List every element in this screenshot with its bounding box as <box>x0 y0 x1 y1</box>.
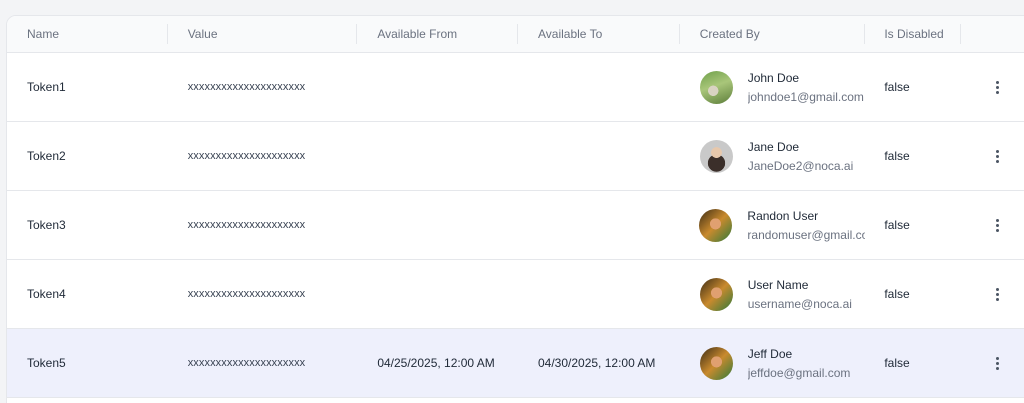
kebab-menu-icon[interactable] <box>989 215 1005 235</box>
table-row[interactable]: Token2 xxxxxxxxxxxxxxxxxxxxx Jane Doe Ja… <box>7 122 1024 191</box>
available-from: 04/25/2025, 12:00 AM <box>377 356 495 370</box>
creator-name: Randon User <box>747 208 819 223</box>
kebab-menu-icon[interactable] <box>989 77 1005 97</box>
row-actions <box>961 191 1024 259</box>
table-row[interactable]: Token3 xxxxxxxxxxxxxxxxxxxxx Randon User… <box>7 191 1024 260</box>
avatar <box>699 70 733 104</box>
is-disabled-value: false <box>884 356 910 370</box>
available-from <box>357 260 518 328</box>
column-header-name[interactable]: Name <box>7 16 168 53</box>
column-header-available-to[interactable]: Available To <box>518 16 680 53</box>
column-header-is-disabled[interactable]: Is Disabled <box>865 16 962 53</box>
column-header-value[interactable]: Value <box>168 16 358 53</box>
available-from <box>357 122 518 190</box>
available-to <box>518 122 680 190</box>
tokens-table: Name Value Available From Available To C… <box>6 15 1024 403</box>
creator-email: jeffdoe@gmail.com <box>747 365 851 380</box>
column-header-created-by[interactable]: Created By <box>680 16 866 53</box>
row-actions <box>961 122 1024 190</box>
avatar <box>699 277 733 311</box>
token-value: xxxxxxxxxxxxxxxxxxxxx <box>187 357 306 369</box>
avatar <box>699 208 733 242</box>
creator-name: Jane Doe <box>747 139 800 154</box>
column-header-actions <box>961 16 1024 53</box>
token-name: Token5 <box>27 356 66 370</box>
available-to <box>518 191 680 259</box>
creator-email: username@noca.ai <box>747 296 852 311</box>
created-by: User Name username@noca.ai <box>680 260 866 328</box>
token-name: Token2 <box>27 149 66 163</box>
created-by: Randon User randomuser@gmail.co <box>679 191 865 259</box>
is-disabled-value: false <box>884 287 910 301</box>
available-from <box>357 53 518 121</box>
token-value: xxxxxxxxxxxxxxxxxxxxx <box>187 288 306 300</box>
row-actions <box>961 260 1024 328</box>
available-to <box>518 53 680 121</box>
creator-email: johndoe1@gmail.com <box>747 89 864 104</box>
creator-name: User Name <box>747 277 809 292</box>
row-actions <box>961 329 1024 397</box>
kebab-menu-icon[interactable] <box>989 353 1005 373</box>
is-disabled-value: false <box>884 218 910 232</box>
token-value: xxxxxxxxxxxxxxxxxxxxx <box>187 81 306 93</box>
table-row[interactable]: Token4 xxxxxxxxxxxxxxxxxxxxx User Name u… <box>7 260 1024 329</box>
avatar <box>699 139 733 173</box>
table-row[interactable]: Token5 xxxxxxxxxxxxxxxxxxxxx 04/25/2025,… <box>7 329 1024 398</box>
is-disabled-value: false <box>884 80 910 94</box>
token-name: Token3 <box>27 218 66 232</box>
creator-email: JaneDoe2@noca.ai <box>747 158 854 173</box>
token-name: Token1 <box>27 80 66 94</box>
available-to: 04/30/2025, 12:00 AM <box>538 356 656 370</box>
token-value: xxxxxxxxxxxxxxxxxxxxx <box>187 150 306 162</box>
is-disabled-value: false <box>884 149 910 163</box>
column-header-available-from[interactable]: Available From <box>357 16 518 53</box>
row-actions <box>961 53 1024 121</box>
created-by: John Doe johndoe1@gmail.com <box>680 53 866 121</box>
table-header: Name Value Available From Available To C… <box>7 16 1024 53</box>
avatar <box>699 346 733 380</box>
kebab-menu-icon[interactable] <box>989 284 1005 304</box>
table-row[interactable]: Token1 xxxxxxxxxxxxxxxxxxxxx John Doe jo… <box>7 53 1024 122</box>
available-from <box>357 191 518 259</box>
creator-name: John Doe <box>747 70 800 85</box>
creator-email: randomuser@gmail.co <box>747 227 866 242</box>
kebab-menu-icon[interactable] <box>989 146 1005 166</box>
created-by: Jeff Doe jeffdoe@gmail.com <box>680 329 866 397</box>
available-to <box>518 260 680 328</box>
creator-name: Jeff Doe <box>747 346 793 361</box>
token-value: xxxxxxxxxxxxxxxxxxxxx <box>187 219 306 231</box>
created-by: Jane Doe JaneDoe2@noca.ai <box>680 122 866 190</box>
token-name: Token4 <box>27 287 66 301</box>
